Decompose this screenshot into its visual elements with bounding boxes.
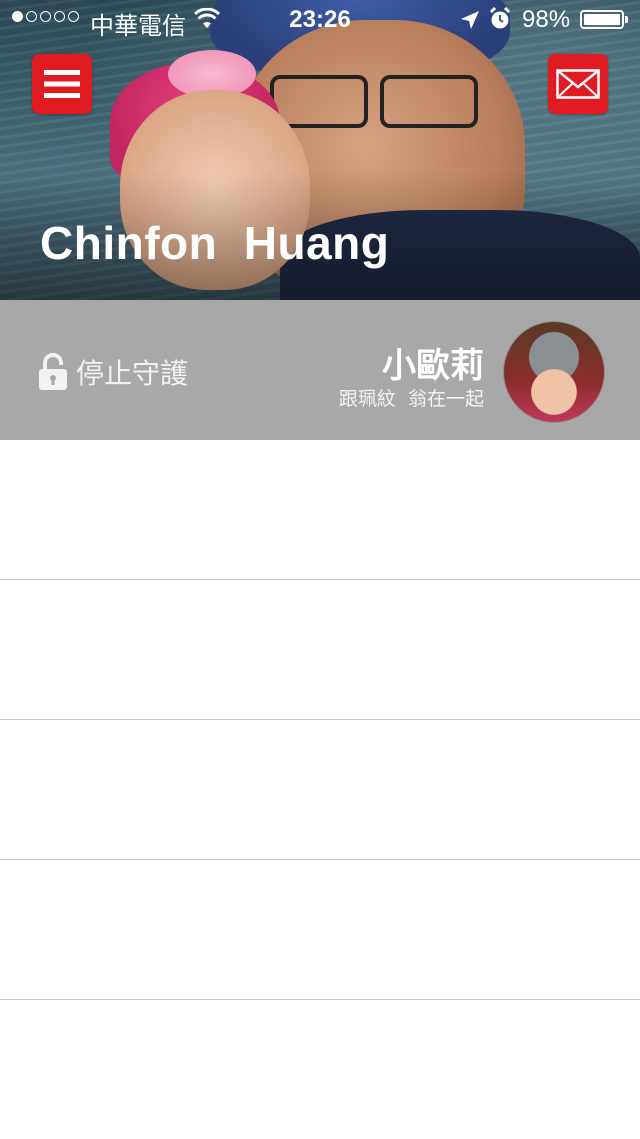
list-item[interactable] bbox=[0, 860, 640, 1000]
list-item[interactable] bbox=[0, 720, 640, 860]
hamburger-menu-icon bbox=[44, 70, 80, 98]
list-item[interactable] bbox=[0, 440, 640, 580]
stop-guarding-label: 停止守護 bbox=[76, 357, 189, 390]
battery-percentage: 98% bbox=[522, 6, 571, 33]
battery-icon bbox=[580, 10, 628, 29]
stop-guarding-button[interactable]: 停止守護 bbox=[38, 352, 188, 392]
child-name: 小歐莉 bbox=[382, 346, 484, 386]
location-arrow-icon bbox=[460, 9, 480, 37]
list-item[interactable] bbox=[0, 1000, 640, 1139]
envelope-icon bbox=[556, 69, 600, 99]
child-avatar[interactable] bbox=[504, 322, 604, 422]
unlocked-padlock-icon bbox=[39, 353, 67, 390]
list-item[interactable] bbox=[0, 580, 640, 720]
messages-button[interactable] bbox=[548, 54, 608, 114]
status-bar: 中華電信 23:26 98% bbox=[0, 0, 640, 40]
alarm-clock-icon bbox=[489, 6, 511, 38]
profile-name: Chinfon Huang bbox=[40, 217, 390, 269]
activity-list bbox=[0, 440, 640, 1139]
child-companion-status: 跟珮紋 翁在一起 bbox=[338, 388, 484, 410]
menu-button[interactable] bbox=[32, 54, 92, 114]
